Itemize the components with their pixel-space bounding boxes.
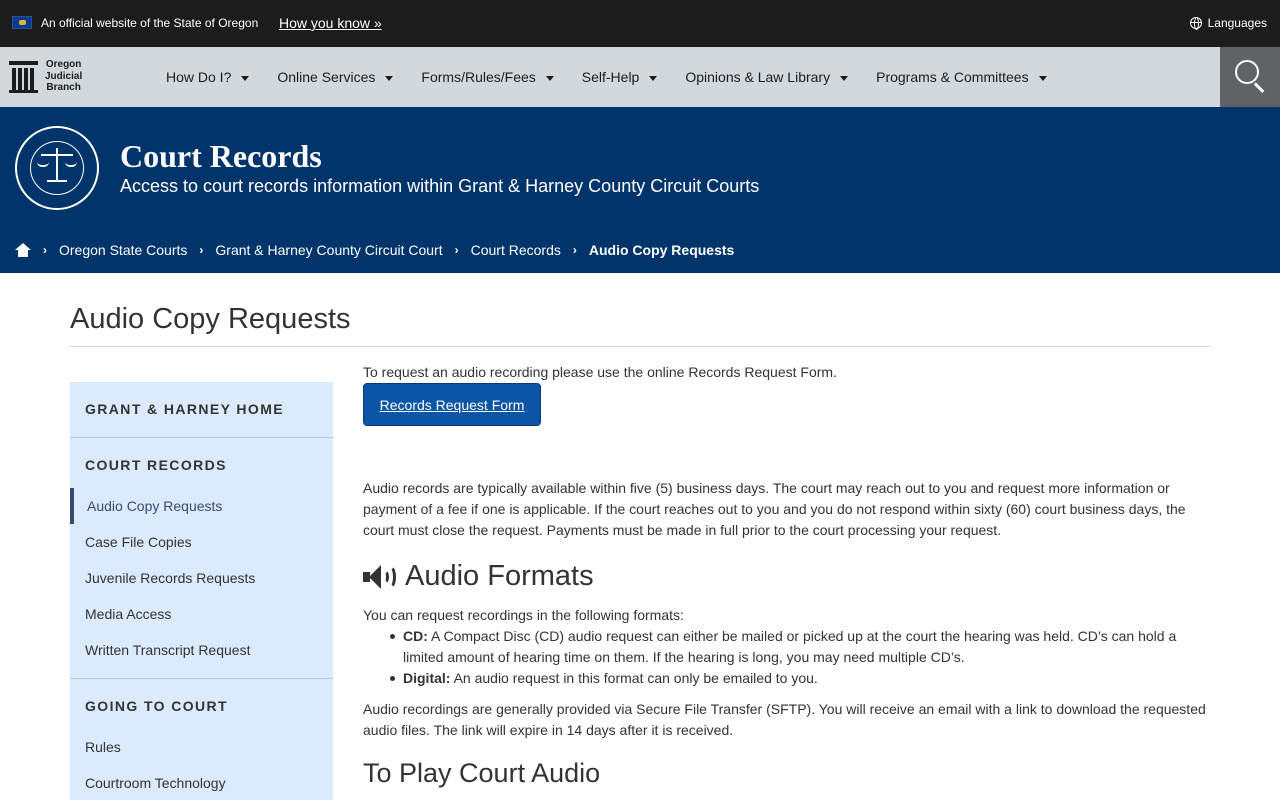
audio-formats-heading: Audio Formats	[363, 560, 594, 593]
sidebar-item-audio-copy-requests[interactable]: Audio Copy Requests	[87, 498, 222, 514]
caret-down-icon	[649, 75, 658, 81]
list-item: Digital: An audio request in this format…	[390, 668, 1208, 689]
sidebar-heading-going-to-court[interactable]: GOING TO COURT	[85, 698, 228, 714]
sidebar-item-grant-harney-home[interactable]: GRANT & HARNEY HOME	[85, 401, 284, 417]
intro-text: To request an audio recording please use…	[363, 364, 837, 380]
breadcrumb-oregon-state-courts[interactable]: Oregon State Courts	[59, 242, 187, 258]
records-request-form-button[interactable]: Records Request Form	[363, 383, 541, 426]
nav-programs-committees[interactable]: Programs & Committees	[876, 69, 1047, 85]
courthouse-icon	[9, 61, 38, 93]
globe-icon	[1189, 17, 1202, 30]
availability-paragraph: Audio records are typically available wi…	[363, 480, 1186, 538]
caret-down-icon	[385, 75, 394, 81]
play-court-audio-heading: To Play Court Audio	[363, 758, 601, 788]
formats-list: CD: A Compact Disc (CD) audio request ca…	[390, 626, 1208, 689]
chevron-right-icon: ›	[572, 243, 577, 257]
active-indicator	[70, 488, 74, 524]
languages-button[interactable]: Languages	[1189, 16, 1267, 30]
sidebar-item-case-file-copies[interactable]: Case File Copies	[85, 534, 192, 550]
list-item-continuation: limited amount of hearing time on them. …	[403, 649, 965, 665]
sidebar-divider	[70, 437, 333, 438]
nav-self-help[interactable]: Self-Help	[582, 69, 658, 85]
chevron-right-icon: ›	[454, 243, 459, 257]
sidebar-divider	[70, 678, 333, 679]
nav-menu: How Do I? Online Services Forms/Rules/Fe…	[166, 47, 1075, 107]
sidebar-item-written-transcript[interactable]: Written Transcript Request	[85, 642, 250, 658]
hero-title: Court Records	[120, 138, 322, 174]
hero-subtitle: Access to court records information with…	[120, 176, 760, 196]
chevron-right-icon: ›	[43, 243, 47, 257]
sidebar-item-media-access[interactable]: Media Access	[85, 606, 171, 622]
formats-intro: You can request recordings in the follow…	[363, 607, 684, 623]
how-you-know-link[interactable]: How you know »	[279, 15, 382, 31]
official-banner: An official website of the State of Oreg…	[0, 0, 1280, 47]
breadcrumb-grant-harney[interactable]: Grant & Harney County Circuit Court	[215, 242, 442, 258]
breadcrumb: › Oregon State Courts › Grant & Harney C…	[15, 242, 746, 258]
home-icon[interactable]	[15, 243, 31, 257]
breadcrumb-court-records[interactable]: Court Records	[471, 242, 561, 258]
main-navigation: Oregon Judicial Branch How Do I? Online …	[0, 47, 1280, 107]
volume-speaker-icon	[363, 564, 397, 590]
sidebar-heading-court-records[interactable]: COURT RECORDS	[85, 457, 227, 473]
caret-down-icon	[545, 75, 554, 81]
nav-opinions-law-library[interactable]: Opinions & Law Library	[685, 69, 849, 85]
breadcrumb-current: Audio Copy Requests	[588, 242, 735, 258]
nav-online-services[interactable]: Online Services	[277, 69, 394, 85]
nav-how-do-i[interactable]: How Do I?	[166, 69, 250, 85]
sidebar-item-juvenile-records[interactable]: Juvenile Records Requests	[85, 570, 255, 586]
caret-down-icon	[241, 75, 250, 81]
title-divider	[70, 346, 1210, 347]
chevron-right-icon: ›	[199, 243, 204, 257]
oregon-flag-icon	[12, 16, 32, 29]
sftp-paragraph: Audio recordings are generally provided …	[363, 701, 1206, 738]
page-title: Audio Copy Requests	[70, 303, 351, 335]
ojb-logo[interactable]: Oregon Judicial Branch	[9, 59, 89, 95]
caret-down-icon	[840, 75, 849, 81]
page-hero: Court Records Access to court records in…	[0, 107, 1280, 273]
official-site-text: An official website of the State of Oreg…	[41, 16, 259, 30]
languages-label: Languages	[1207, 16, 1267, 30]
nav-forms-rules-fees[interactable]: Forms/Rules/Fees	[421, 69, 554, 85]
logo-text: Oregon Judicial Branch	[45, 59, 83, 93]
sidebar-item-courtroom-technology[interactable]: Courtroom Technology	[85, 775, 226, 791]
judicial-department-seal-icon	[15, 126, 99, 210]
list-item: CD: A Compact Disc (CD) audio request ca…	[390, 626, 1208, 647]
search-button[interactable]	[1220, 47, 1280, 107]
caret-down-icon	[1038, 75, 1047, 81]
sidebar-item-rules[interactable]: Rules	[85, 739, 121, 755]
search-icon	[1235, 60, 1259, 84]
sidebar-nav: GRANT & HARNEY HOME COURT RECORDS Audio …	[70, 382, 333, 800]
